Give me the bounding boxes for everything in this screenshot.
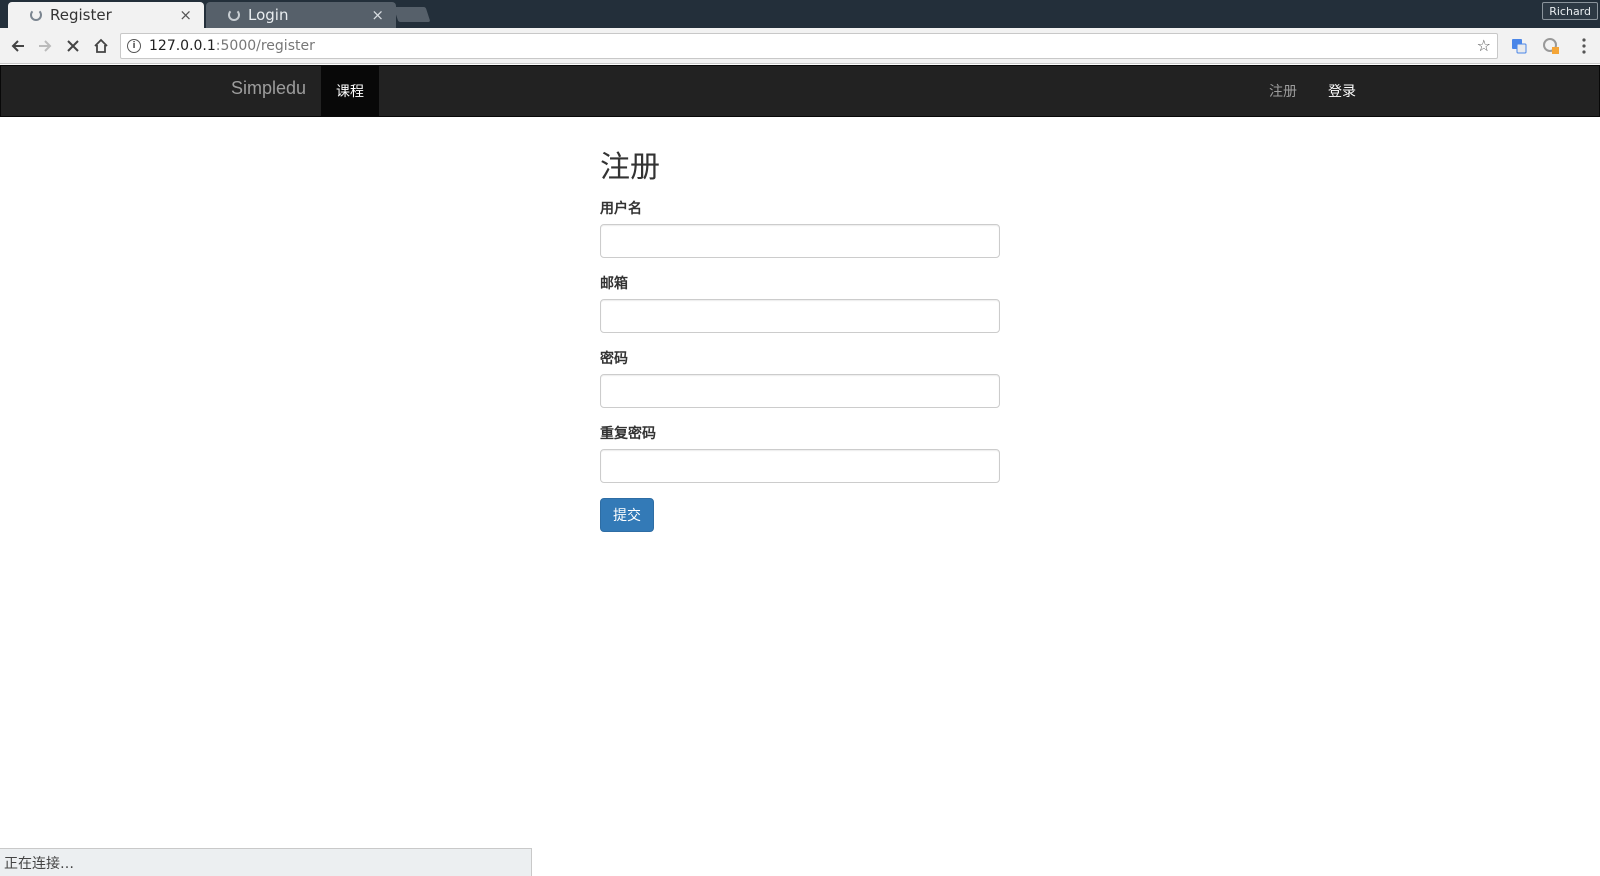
tab-register[interactable]: Register × — [8, 2, 204, 28]
back-arrow-icon[interactable] — [7, 35, 29, 57]
translate-extension-icon[interactable] — [1509, 36, 1529, 56]
tab-title: Login — [248, 6, 289, 24]
info-icon[interactable]: i — [127, 39, 141, 53]
stop-loading-icon[interactable] — [62, 35, 84, 57]
password-input[interactable] — [600, 374, 1000, 408]
loading-spinner-icon — [30, 9, 42, 21]
email-group: 邮箱 — [600, 273, 1000, 333]
email-input[interactable] — [600, 299, 1000, 333]
username-label: 用户名 — [600, 201, 642, 217]
email-label: 邮箱 — [600, 276, 628, 292]
url-path: :5000/register — [215, 38, 315, 54]
loading-status-bar: 正在连接… — [0, 848, 532, 876]
repeat-password-group: 重复密码 — [600, 423, 1000, 483]
password-label: 密码 — [600, 351, 628, 367]
brand-link[interactable]: Simpledu — [231, 78, 306, 99]
browser-toolbar: i 127.0.0.1:5000/register ☆ — [0, 28, 1600, 64]
profile-button[interactable]: Richard — [1542, 2, 1598, 20]
home-icon[interactable] — [90, 35, 112, 57]
repeat-password-input[interactable] — [600, 449, 1000, 483]
nav-item-course[interactable]: 课程 — [321, 66, 379, 116]
tab-login[interactable]: Login × — [206, 2, 396, 28]
nav-item-register[interactable]: 注册 — [1269, 81, 1297, 101]
address-bar[interactable]: i 127.0.0.1:5000/register ☆ — [120, 33, 1498, 59]
nav-item-login[interactable]: 登录 — [1328, 81, 1356, 101]
site-navbar: Simpledu 课程 注册 登录 — [0, 65, 1600, 117]
loading-spinner-icon — [228, 9, 240, 21]
tab-close-icon[interactable]: × — [179, 6, 192, 24]
tab-close-icon[interactable]: × — [371, 6, 384, 24]
submit-button[interactable]: 提交 — [600, 498, 654, 532]
tab-title: Register — [50, 6, 112, 24]
username-input[interactable] — [600, 224, 1000, 258]
forward-arrow-icon[interactable] — [34, 35, 56, 57]
browser-menu-icon[interactable] — [1574, 36, 1594, 56]
register-form: 注册 用户名 邮箱 密码 重复密码 提交 — [600, 150, 1000, 532]
url-host: 127.0.0.1 — [149, 38, 216, 54]
username-group: 用户名 — [600, 198, 1000, 258]
new-tab-button[interactable] — [393, 7, 431, 22]
browser-tab-strip: Register × Login × Richard — [0, 0, 1600, 28]
password-group: 密码 — [600, 348, 1000, 408]
extension-badge-icon[interactable] — [1541, 36, 1561, 56]
page-title: 注册 — [600, 150, 660, 185]
repeat-password-label: 重复密码 — [600, 426, 656, 442]
bookmark-star-icon[interactable]: ☆ — [1477, 36, 1491, 55]
